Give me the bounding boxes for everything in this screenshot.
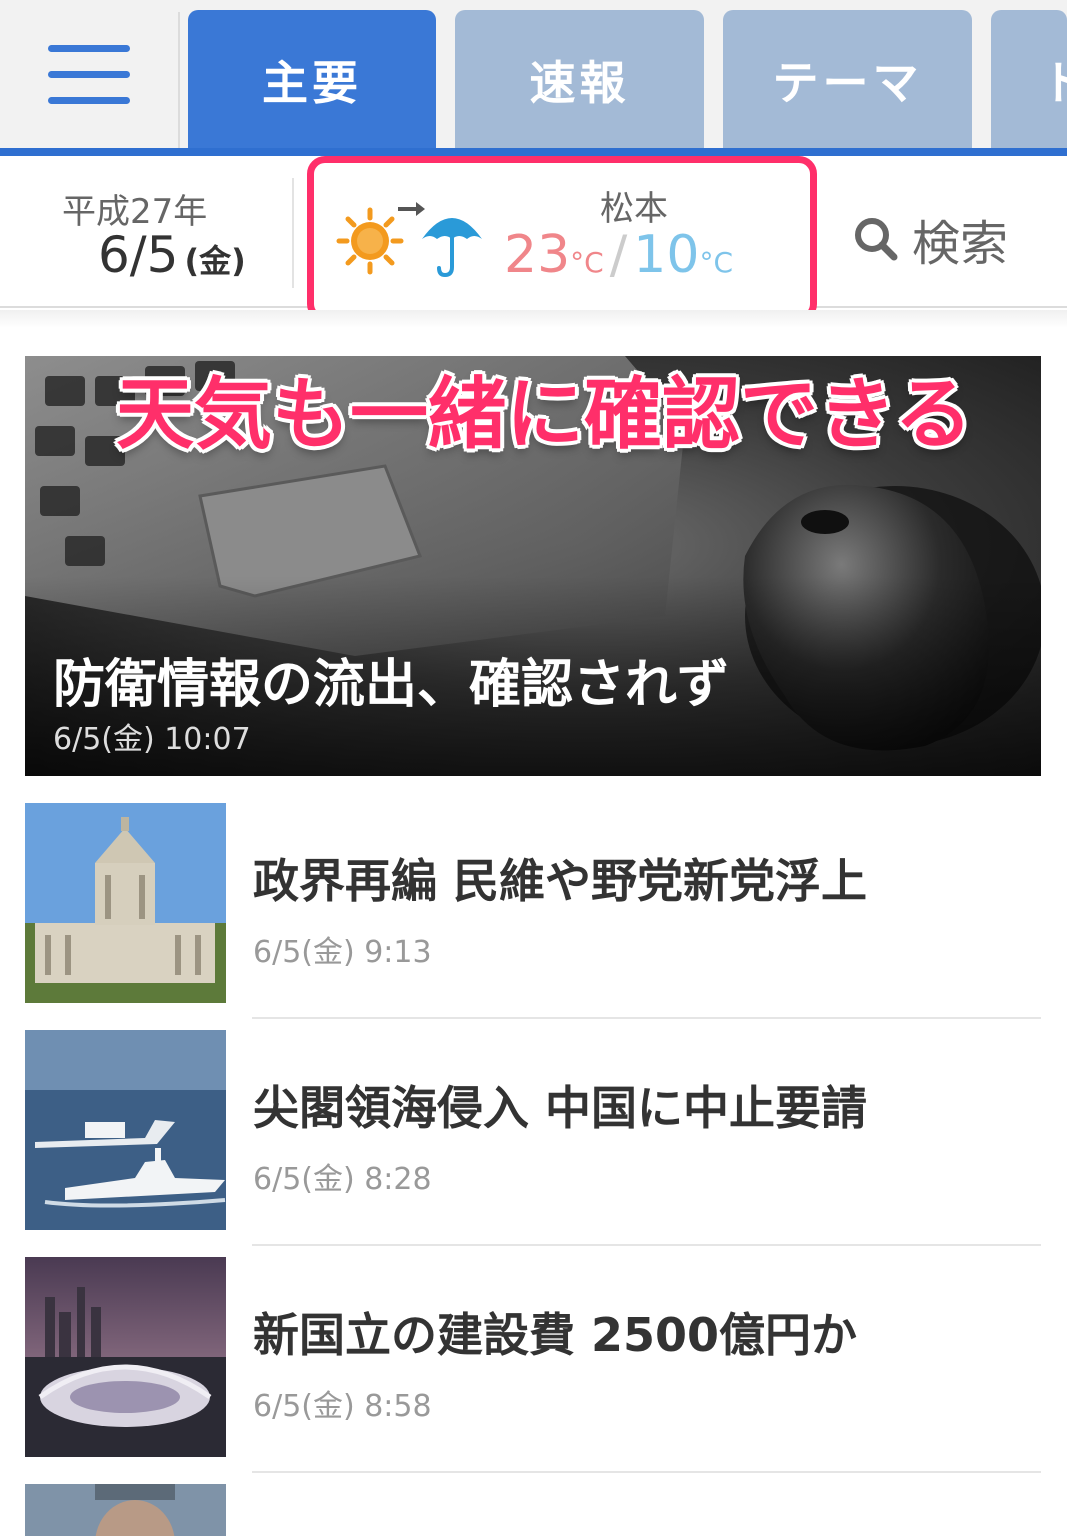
temp-slash: /: [609, 225, 628, 285]
list-divider: [252, 1471, 1041, 1473]
tab-main[interactable]: 主要: [188, 10, 436, 150]
list-item[interactable]: 新国立の建設費 2500億円か 6/5(金) 8:58: [25, 1257, 1041, 1457]
tab-separator: [178, 12, 180, 148]
search-button[interactable]: 検索: [852, 204, 1008, 274]
date-value: 6/5: [98, 226, 179, 284]
thumbnail-image: [25, 1484, 226, 1536]
weekday: (金): [184, 242, 246, 280]
hamburger-menu-icon[interactable]: [0, 0, 178, 148]
news-title: 政界再編 民維や野党新党浮上: [253, 854, 868, 908]
hero-title: 防衛情報の流出、確認されず: [53, 655, 730, 715]
sun-icon: [336, 207, 404, 275]
temp-low-unit: °C: [699, 246, 733, 279]
weather-city: 松本: [600, 189, 668, 229]
weather-widget[interactable]: 松本 23°C/10°C: [307, 156, 817, 322]
news-title: 尖閣領海侵入 中国に中止要請: [253, 1081, 868, 1135]
current-date: 6/5 (金): [98, 226, 246, 284]
news-timestamp: 6/5(金) 9:13: [253, 935, 432, 970]
temp-low: 10: [633, 225, 700, 285]
info-bar-shadow: [0, 310, 1067, 328]
thumbnail-image: [25, 1257, 226, 1457]
list-item[interactable]: 尖閣領海侵入 中国に中止要請 6/5(金) 8:28: [25, 1030, 1041, 1230]
umbrella-icon: [422, 218, 482, 278]
news-timestamp: 6/5(金) 8:58: [253, 1389, 432, 1424]
info-bar: 平成27年 6/5 (金) 松本 23°C / 10°C 検索: [0, 156, 1067, 322]
search-label: 検索: [912, 216, 1009, 272]
temp-high: 23: [504, 225, 571, 285]
info-separator: [292, 178, 294, 288]
tab-bar: 主要 速報 テーマ ト: [0, 0, 1067, 156]
search-icon: [855, 218, 898, 261]
list-divider: [252, 1017, 1041, 1019]
hero-timestamp: 6/5(金) 10:07: [53, 722, 251, 757]
tab-breaking[interactable]: 速報: [455, 10, 704, 150]
news-title: 新国立の建設費 2500億円か: [253, 1308, 858, 1362]
list-item[interactable]: 政界再編 民維や野党新党浮上 6/5(金) 9:13: [25, 803, 1041, 1003]
list-item[interactable]: [25, 1484, 1041, 1536]
callout-caption: 天気も一緒に確認できる: [116, 370, 973, 460]
thumbnail-image: [25, 1030, 226, 1230]
temp-high-unit: °C: [570, 246, 604, 279]
list-divider: [252, 1244, 1041, 1246]
temperature-readout: 23°C/10°C: [504, 225, 733, 285]
tab-theme[interactable]: テーマ: [723, 10, 972, 150]
news-timestamp: 6/5(金) 8:28: [253, 1162, 432, 1197]
thumbnail-image: [25, 803, 226, 1003]
tab-underline: [0, 148, 1067, 156]
tab-partial[interactable]: ト: [991, 10, 1067, 150]
